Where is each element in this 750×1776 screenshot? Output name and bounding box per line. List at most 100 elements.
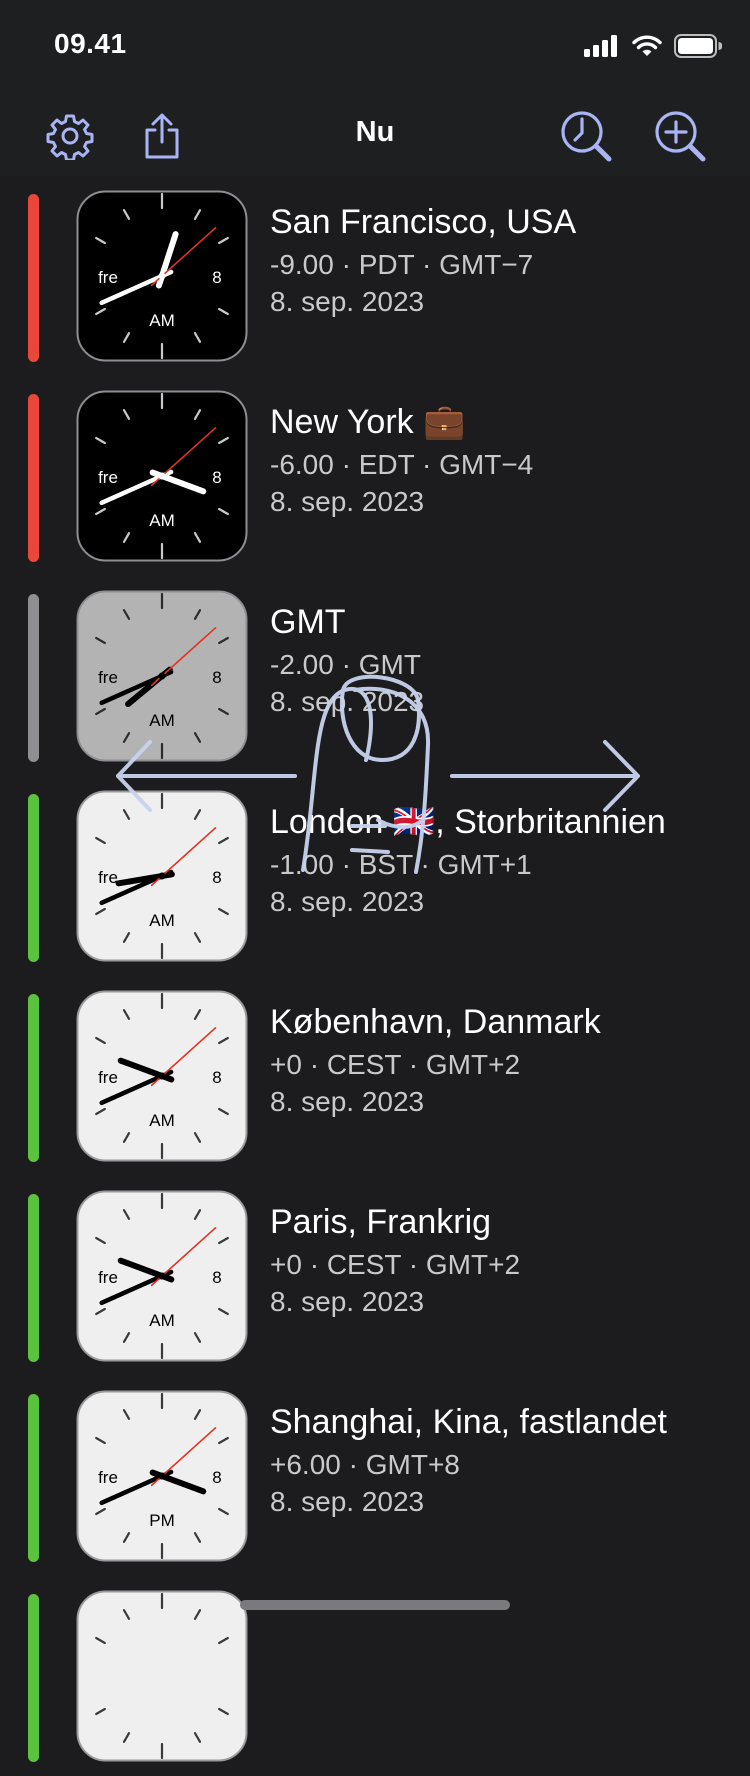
- clock-info: Paris, Frankrig +0 · CEST · GMT+2 8. sep. …: [270, 1198, 520, 1320]
- clock-date-number: 8: [212, 1468, 221, 1487]
- status-indicator-bar: [28, 1594, 39, 1762]
- clock-search-icon: [561, 111, 612, 162]
- status-indicator-bar: [28, 394, 39, 562]
- offset-zone: BST: [358, 849, 413, 880]
- clock-center-pin: [158, 1072, 166, 1080]
- clock-center-pin: [158, 872, 166, 880]
- separator-dot: ·: [333, 649, 359, 680]
- time-offset-details: -2.00 · GMT: [270, 646, 424, 684]
- cellular-signal-icon: [584, 35, 617, 57]
- city-name: Paris, Frankrig: [270, 1203, 492, 1241]
- clock-ampm-label: AM: [149, 1111, 175, 1130]
- clock-info: London 🇬🇧, Storbritannien -1.00 · BST · G…: [270, 798, 666, 920]
- status-indicator-bar: [28, 1194, 39, 1362]
- clock-ampm-label: AM: [149, 511, 175, 530]
- city-name: GMT: [270, 603, 346, 641]
- clock-row[interactable]: fre 8 AM London 🇬🇧, Storbritannien -1.00 · B…: [0, 776, 750, 976]
- city-name: Shanghai, Kina, fastlandet: [270, 1403, 667, 1441]
- clock-row[interactable]: fre 8 AM Paris, Frankrig +0 · CEST · GMT+2 8.…: [0, 1176, 750, 1376]
- clock-row[interactable]: fre 8 AM København, Danmark +0 · CEST · GMT+…: [0, 976, 750, 1176]
- separator-dot: ·: [414, 449, 440, 480]
- local-date: 8. sep. 2023: [270, 1486, 425, 1517]
- separator-dot: ·: [301, 1049, 327, 1080]
- offset-gmt: GMT+1: [437, 849, 532, 880]
- clock-center-pin: [158, 1472, 166, 1480]
- city-name: København, Danmark: [270, 1003, 601, 1041]
- clock-center-pin: [158, 672, 166, 680]
- offset-zone: CEST: [326, 1049, 401, 1080]
- clock-day-label: fre: [98, 268, 118, 287]
- clock-day-label: fre: [98, 1268, 118, 1287]
- offset-zone: CEST: [326, 1249, 401, 1280]
- status-indicator-bar: [28, 594, 39, 762]
- clock-day-label: fre: [98, 1468, 118, 1487]
- status-indicator-bar: [28, 1394, 39, 1562]
- battery-icon: [674, 34, 722, 58]
- add-city-button[interactable]: [650, 106, 710, 166]
- offset-gmt: GMT−7: [439, 249, 534, 280]
- analog-clock-face: fre 8 AM: [76, 190, 248, 362]
- separator-dot: ·: [401, 1049, 426, 1080]
- offset-offset: -9.00: [270, 249, 334, 280]
- offset-zone: EDT: [358, 449, 415, 480]
- clock-date-number: 8: [212, 1068, 221, 1087]
- separator-dot: ·: [301, 1249, 327, 1280]
- offset-zone: GMT: [358, 649, 421, 680]
- separator-dot: ·: [414, 249, 440, 280]
- zoom-in-icon: [655, 111, 706, 162]
- clock-row[interactable]: fre 8 AM San Francisco, USA -9.00 · PDT · GM…: [0, 176, 750, 376]
- separator-dot: ·: [333, 449, 359, 480]
- offset-offset: +6.00: [270, 1449, 341, 1480]
- offset-offset: -1.00: [270, 849, 334, 880]
- clock-date-number: 8: [212, 468, 221, 487]
- status-time: 09.41: [54, 28, 127, 59]
- analog-clock-face: fre 8 AM: [76, 1190, 248, 1362]
- offset-offset: -2.00: [270, 649, 334, 680]
- analog-clock-face: fre 8 PM: [76, 1390, 248, 1562]
- analog-clock-face: fre 8 AM: [76, 590, 248, 762]
- separator-dot: ·: [333, 849, 359, 880]
- clock-info: Shanghai, Kina, fastlandet +6.00 · GMT+8 8…: [270, 1398, 667, 1520]
- clock-center-pin: [158, 1272, 166, 1280]
- page-title: Nu: [355, 116, 395, 148]
- clock-ampm-label: AM: [149, 711, 175, 730]
- clock-row[interactable]: fre 8 AM GMT -2.00 · GMT 8. sep. 2023: [0, 576, 750, 776]
- analog-clock-face: fre 8 AM: [76, 790, 248, 962]
- analog-clock-face: fre 8 AM: [76, 390, 248, 562]
- clock-date-number: 8: [212, 1268, 221, 1287]
- clock-day-label: fre: [98, 668, 118, 687]
- clock-ampm-label: PM: [149, 1511, 175, 1530]
- status-icons: [584, 34, 722, 58]
- local-date: 8. sep. 2023: [270, 1286, 425, 1317]
- clock-face-background: [76, 1590, 248, 1762]
- clock-info: GMT -2.00 · GMT 8. sep. 2023: [270, 598, 424, 720]
- separator-dot: ·: [401, 1249, 426, 1280]
- clock-ampm-label: AM: [149, 311, 175, 330]
- clock-date-number: 8: [212, 868, 221, 887]
- offset-zone: PDT: [358, 249, 415, 280]
- clock-center-pin: [158, 472, 166, 480]
- analog-clock-face: [76, 1590, 248, 1762]
- city-name: San Francisco, USA: [270, 203, 577, 241]
- offset-gmt: GMT+2: [425, 1049, 521, 1080]
- clock-row[interactable]: fre 8 PM Shanghai, Kina, fastlandet +6.00 · …: [0, 1376, 750, 1576]
- offset-gmt: GMT+2: [425, 1249, 521, 1280]
- analog-clock-face: fre 8 AM: [76, 990, 248, 1162]
- separator-dot: ·: [333, 249, 359, 280]
- city-name: London 🇬🇧, Storbritannien: [270, 803, 666, 841]
- time-offset-details: -1.00 · BST · GMT+1: [270, 846, 666, 884]
- local-date: 8. sep. 2023: [270, 1086, 425, 1117]
- offset-offset: +0: [270, 1249, 302, 1280]
- time-offset-details: -9.00 · PDT · GMT−7: [270, 246, 576, 284]
- offset-offset: +0: [270, 1049, 302, 1080]
- wifi-icon: [632, 35, 662, 56]
- time-search-button[interactable]: [556, 106, 616, 166]
- time-offset-details: +0 · CEST · GMT+2: [270, 1246, 520, 1284]
- clock-info: San Francisco, USA -9.00 · PDT · GMT−7 8. …: [270, 198, 576, 320]
- clock-day-label: fre: [98, 468, 118, 487]
- clock-ampm-label: AM: [149, 1311, 175, 1330]
- briefcase-icon: 💼: [413, 403, 466, 441]
- local-date: 8. sep. 2023: [270, 686, 425, 717]
- clock-row[interactable]: fre 8 AM New York 💼 -6.00 · EDT · GMT−4 8. se…: [0, 376, 750, 576]
- local-date: 8. sep. 2023: [270, 486, 425, 517]
